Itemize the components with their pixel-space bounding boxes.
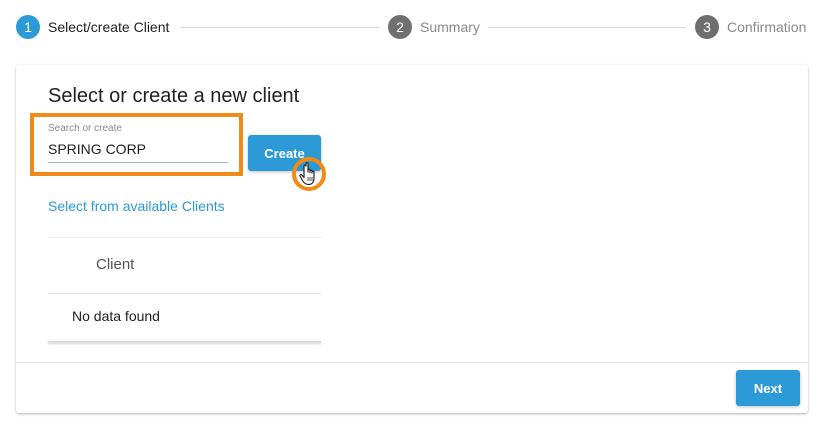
table-empty-message: No data found bbox=[72, 308, 160, 324]
next-button[interactable]: Next bbox=[736, 370, 800, 406]
table-divider bbox=[48, 237, 321, 238]
client-card: Select or create a new client Search or … bbox=[16, 65, 808, 413]
step-label: Confirmation bbox=[727, 19, 807, 35]
clients-table: Client No data found bbox=[48, 237, 321, 343]
step-label: Summary bbox=[420, 19, 480, 35]
table-header-client[interactable]: Client bbox=[96, 256, 134, 273]
step-summary[interactable]: 2 Summary bbox=[388, 15, 480, 39]
stepper: 1 Select/create Client 2 Summary 3 Confi… bbox=[0, 0, 819, 56]
step-number-badge: 1 bbox=[16, 15, 40, 39]
step-label: Select/create Client bbox=[48, 19, 170, 35]
select-available-clients-link[interactable]: Select from available Clients bbox=[48, 198, 225, 214]
table-divider bbox=[48, 293, 321, 294]
step-select-create-client[interactable]: 1 Select/create Client bbox=[16, 15, 169, 39]
step-connector bbox=[180, 27, 380, 28]
table-divider bbox=[48, 341, 321, 343]
card-footer-divider bbox=[16, 362, 808, 363]
step-number-badge: 3 bbox=[695, 15, 719, 39]
hand-pointer-icon bbox=[299, 162, 315, 186]
highlight-box bbox=[30, 113, 243, 176]
card-title: Select or create a new client bbox=[48, 85, 300, 107]
step-number-badge: 2 bbox=[388, 15, 412, 39]
step-confirmation[interactable]: 3 Confirmation bbox=[695, 15, 806, 39]
step-connector bbox=[488, 27, 686, 28]
